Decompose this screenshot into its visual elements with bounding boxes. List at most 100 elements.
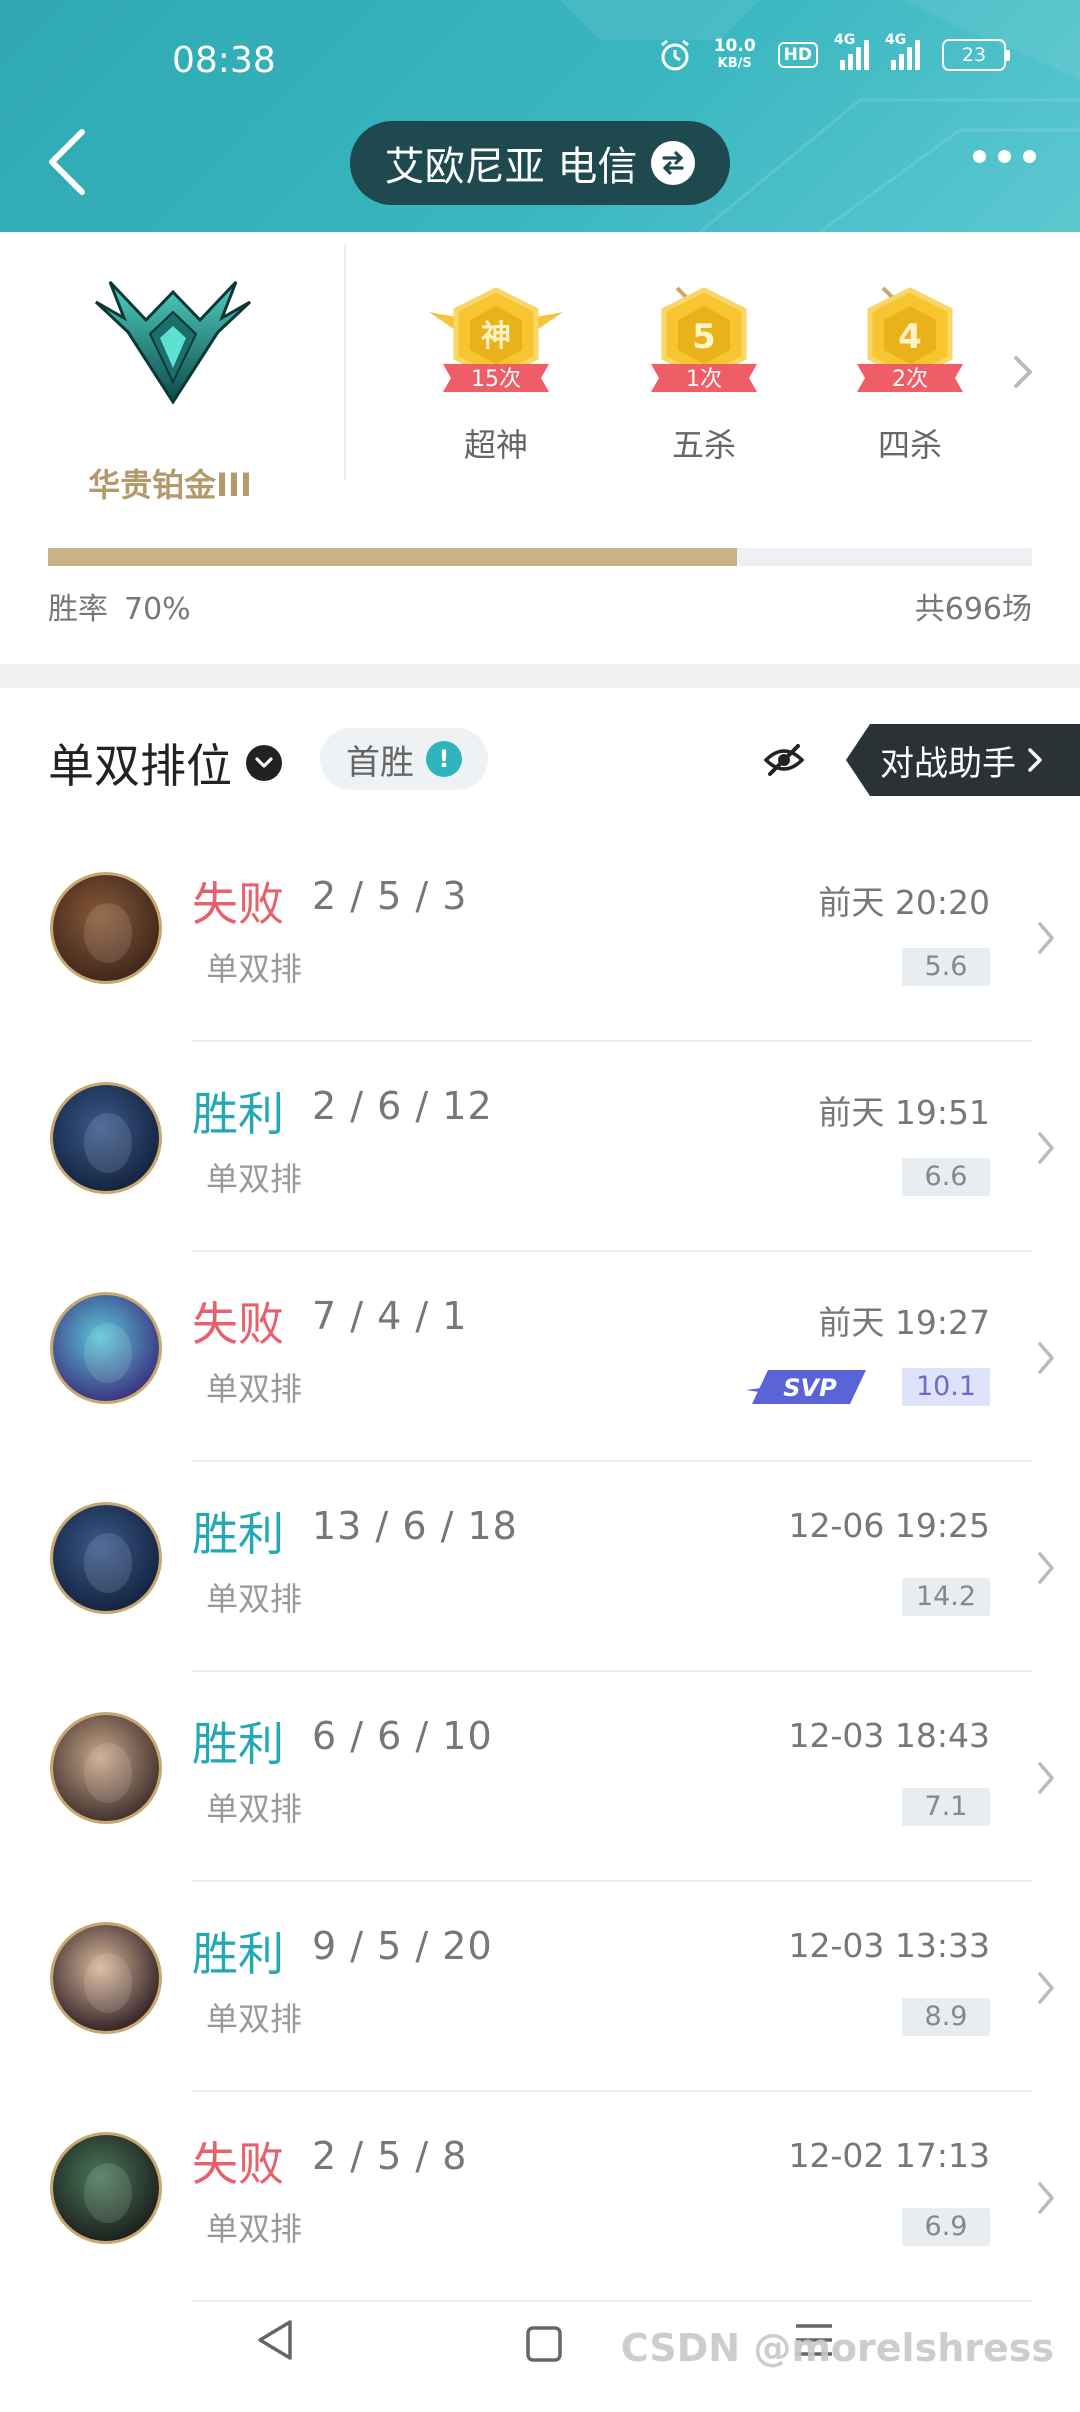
svp-badge-icon: SVP (746, 1370, 866, 1404)
system-nav-bar: CSDN @morelshress (0, 2290, 1080, 2412)
chevron-right-icon (1034, 1548, 1058, 1592)
signal-icon: 4G (834, 32, 869, 70)
match-row[interactable]: 失败 7 / 4 / 1 单双排 前天 19:27 SVP 10.1 (0, 1252, 1080, 1462)
game-mode-dropdown[interactable]: 单双排位 (48, 730, 282, 796)
net-speed: 10.0 KB/S (714, 38, 756, 72)
svp-label: SVP (783, 1374, 837, 1402)
match-score: 14.2 (902, 1578, 990, 1616)
match-result: 胜利 (192, 1507, 284, 1561)
match-kda: 9 / 5 / 20 (312, 1924, 493, 1968)
match-time: 12-06 19:25 (788, 1506, 990, 1545)
match-queue: 单双排 (206, 1370, 303, 1408)
match-score: 5.6 (902, 948, 990, 986)
champion-avatar (50, 2132, 162, 2244)
match-result: 失败 (192, 877, 284, 931)
match-score: 6.9 (902, 2208, 990, 2246)
match-queue: 单双排 (206, 1160, 303, 1198)
achievement-quadra-kill[interactable]: 4 2次 四杀 (835, 282, 985, 466)
match-list: 失败 2 / 5 / 3 单双排 前天 20:20 5.6 胜利 2 / 6 / 12 单双排… (0, 832, 1080, 2302)
match-row[interactable]: 胜利 9 / 5 / 20 单双排 12-03 13:33 8.9 (0, 1882, 1080, 2092)
achievement-count: 2次 (892, 367, 928, 392)
match-kda: 2 / 5 / 8 (312, 2134, 468, 2178)
back-arrow-icon[interactable] (40, 122, 100, 202)
achievement-legendary[interactable]: 神 15次 超神 (421, 282, 571, 466)
more-icon[interactable] (973, 150, 1036, 163)
win-rate-bar-fill (48, 548, 737, 566)
match-time: 12-03 18:43 (788, 1716, 990, 1755)
profile-card: 华贵铂金III 神 15次 超神 5 1次 五杀 4 2次 四杀 胜率 70% … (0, 232, 1080, 664)
achievement-badge-text: 神 (481, 319, 511, 354)
match-time: 12-03 13:33 (788, 1926, 990, 1965)
match-score: 6.6 (902, 1158, 990, 1196)
chevron-down-icon (246, 745, 282, 781)
champion-avatar (50, 1502, 162, 1614)
champion-avatar (50, 1712, 162, 1824)
first-win-label: 首胜 (346, 742, 414, 783)
swap-icon (651, 141, 696, 185)
match-time: 前天 19:27 (818, 1303, 990, 1342)
match-row[interactable]: 失败 2 / 5 / 8 单双排 12-02 17:13 6.9 (0, 2092, 1080, 2302)
match-row[interactable]: 胜利 13 / 6 / 18 单双排 12-06 19:25 14.2 (0, 1462, 1080, 1672)
match-time: 12-02 17:13 (788, 2136, 990, 2175)
server-selector[interactable]: 艾欧尼亚 电信 (350, 121, 730, 205)
win-rate-value: 70% (124, 592, 191, 627)
rank-emblem-icon (94, 280, 252, 405)
battery-level: 23 (942, 39, 1006, 71)
chevron-right-icon (1034, 1338, 1058, 1382)
match-time: 前天 19:51 (818, 1093, 990, 1132)
nav-home-icon[interactable] (526, 2326, 562, 2362)
quadra-kill-badge-icon: 4 2次 (857, 286, 963, 392)
net-speed-value: 10.0 (713, 36, 756, 56)
chevron-right-icon[interactable] (1008, 352, 1036, 392)
filter-row: 单双排位 首胜 ! 对战助手 (0, 688, 1080, 832)
match-queue: 单双排 (206, 1580, 303, 1618)
nav-back-icon[interactable] (256, 2318, 296, 2362)
status-time: 08:38 (172, 40, 276, 81)
battle-helper-button[interactable]: 对战助手 (846, 724, 1080, 796)
watermark: CSDN @morelshress (620, 2326, 1054, 2370)
achievement-label: 五杀 (671, 426, 736, 464)
match-kda: 6 / 6 / 10 (312, 1714, 493, 1758)
achievement-label: 四杀 (877, 426, 942, 464)
legendary-badge-icon: 神 15次 (429, 287, 563, 392)
section-divider (0, 664, 1080, 688)
champion-avatar (50, 872, 162, 984)
penta-kill-badge-icon: 5 1次 (651, 286, 757, 392)
win-rate: 胜率 70% (48, 584, 191, 628)
first-win-chip[interactable]: 首胜 ! (320, 728, 488, 790)
match-time: 前天 20:20 (818, 883, 990, 922)
match-row[interactable]: 失败 2 / 5 / 3 单双排 前天 20:20 5.6 (0, 832, 1080, 1042)
divider (344, 244, 346, 480)
match-score: 8.9 (902, 1998, 990, 2036)
signal-type-label: 4G (885, 32, 907, 48)
match-queue: 单双排 (206, 2210, 303, 2248)
achievement-penta-kill[interactable]: 5 1次 五杀 (629, 282, 779, 466)
match-queue: 单双排 (206, 950, 303, 988)
achievement-badge-text: 5 (692, 317, 716, 357)
match-row[interactable]: 胜利 6 / 6 / 10 单双排 12-03 18:43 7.1 (0, 1672, 1080, 1882)
win-rate-bar (48, 548, 1032, 566)
achievement-count: 1次 (686, 367, 722, 392)
match-result: 胜利 (192, 1087, 284, 1141)
chevron-right-icon (1028, 748, 1042, 772)
status-icons: 10.0 KB/S HD 4G 4G 23 (658, 32, 1010, 72)
battery-icon: 23 (942, 39, 1010, 71)
match-kda: 2 / 6 / 12 (312, 1084, 493, 1128)
champion-avatar (50, 1922, 162, 2034)
eye-off-icon[interactable] (762, 740, 806, 780)
match-queue: 单双排 (206, 1790, 303, 1828)
match-score: 7.1 (902, 1788, 990, 1826)
hd-icon: HD (777, 42, 818, 68)
champion-avatar (50, 1292, 162, 1404)
match-row[interactable]: 胜利 2 / 6 / 12 单双排 前天 19:51 6.6 (0, 1042, 1080, 1252)
signal-type-label: 4G (834, 32, 856, 48)
net-speed-unit: KB/S (717, 56, 752, 71)
game-mode-label: 单双排位 (48, 739, 232, 793)
match-result: 失败 (192, 2137, 284, 2191)
achievement-badge-text: 4 (898, 317, 922, 357)
achievement-label: 超神 (463, 426, 528, 464)
match-kda: 13 / 6 / 18 (312, 1504, 518, 1548)
match-kda: 7 / 4 / 1 (312, 1294, 468, 1338)
chevron-right-icon (1034, 1968, 1058, 2012)
chevron-right-icon (1034, 2178, 1058, 2222)
